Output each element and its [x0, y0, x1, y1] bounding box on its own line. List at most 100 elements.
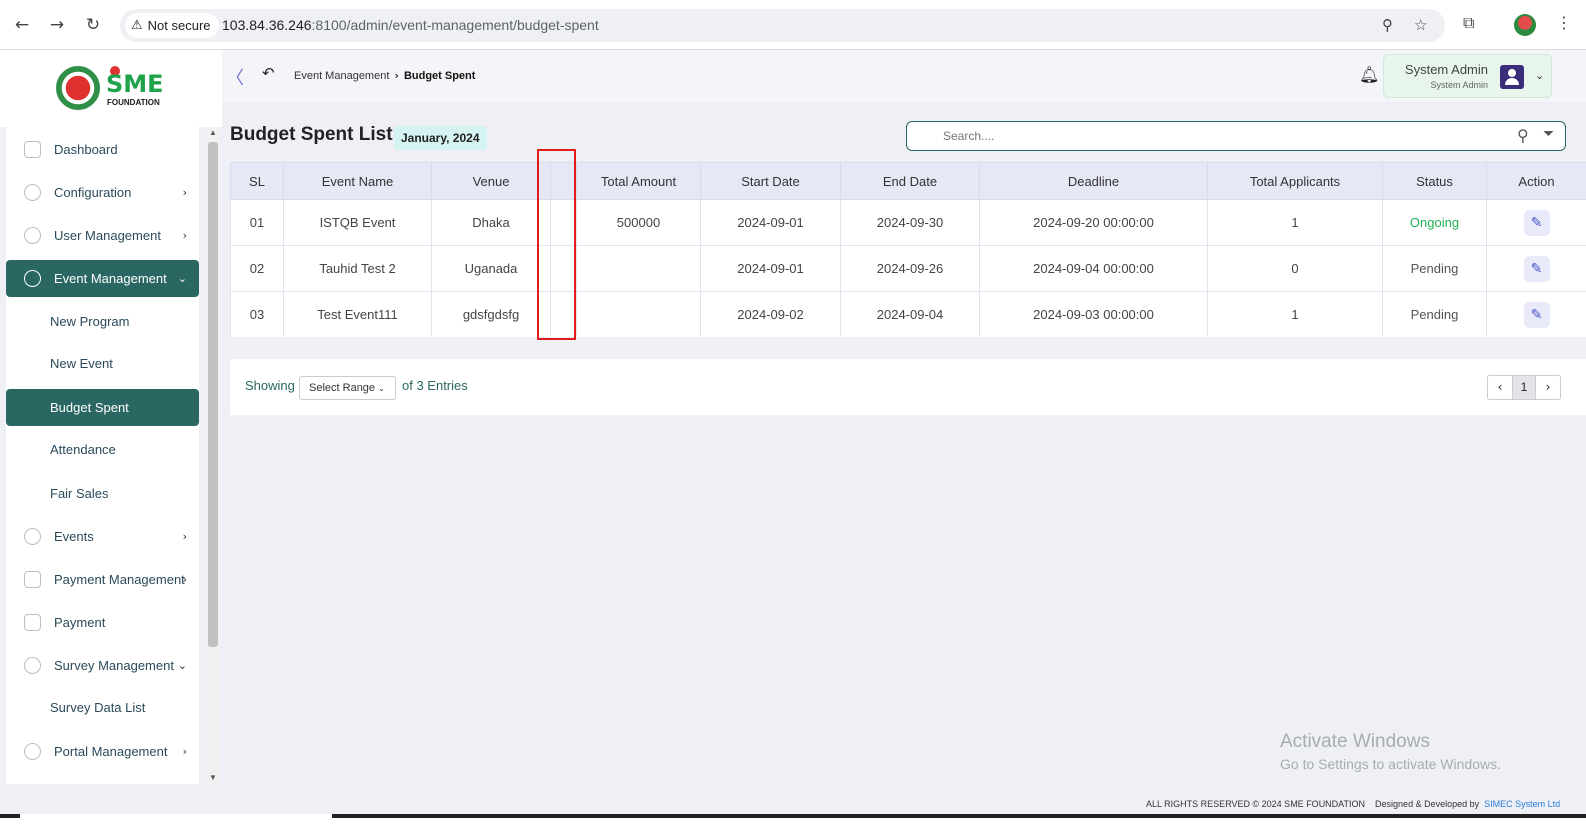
search-icon[interactable]: ⚲ — [1517, 126, 1529, 145]
browser-toolbar: ← → ↻ ⚠ Not secure 103.84.36.246:8100/ad… — [0, 0, 1586, 50]
edit-icon[interactable]: ✎ — [1523, 255, 1550, 282]
range-select[interactable]: Select Range ⌄ — [299, 376, 396, 400]
sidebar-item-label: Portal Management — [54, 744, 168, 759]
security-label: Not secure — [147, 18, 211, 33]
sidebar-item-label: New Event — [50, 356, 113, 371]
footer: ALL RIGHTS RESERVED © 2024 SME FOUNDATIO… — [1146, 799, 1560, 809]
sidebar-item-label: Dashboard — [54, 142, 118, 157]
user-avatar-icon — [1500, 65, 1524, 89]
taskbar-strip — [0, 814, 1586, 826]
back-arrow-icon[interactable]: ← — [12, 14, 32, 36]
table-cell: 500000 — [576, 199, 701, 246]
next-page-icon[interactable]: › — [1536, 376, 1560, 399]
table-cell — [576, 291, 701, 337]
chevron-right-icon: › — [182, 745, 187, 758]
sidebar-item-event-management[interactable]: Event Management ⌄ — [6, 260, 199, 297]
extensions-icon[interactable]: ⧉ — [1463, 13, 1474, 33]
column-header: Status — [1382, 162, 1487, 200]
search-box: ⚲ ⏷ — [906, 121, 1566, 151]
shield-icon — [24, 227, 41, 244]
security-chip[interactable]: ⚠ Not secure — [125, 13, 219, 38]
column-header: Total Applicants — [1207, 162, 1383, 200]
table-cell: 2024-09-02 — [700, 291, 841, 337]
notification-bell-icon[interactable]: 🔔︎ — [1359, 65, 1379, 84]
sidebar-item-label: User Management — [54, 228, 161, 243]
browser-profile-avatar[interactable] — [1514, 14, 1536, 36]
table-cell: Dhaka — [431, 199, 551, 246]
undo-back-icon[interactable]: ↶ — [262, 64, 275, 82]
action-cell: ✎ — [1486, 199, 1586, 246]
sidebar-item-new-program[interactable]: New Program — [6, 303, 199, 340]
user-name: System Admin — [1404, 62, 1488, 77]
table-cell: Uganada — [431, 245, 551, 292]
zoom-icon[interactable]: ⚲ — [1382, 16, 1393, 34]
column-header: Total Amount — [576, 162, 701, 200]
column-header: Deadline — [979, 162, 1208, 200]
forward-arrow-icon[interactable]: → — [47, 14, 67, 36]
current-page-button[interactable]: 1 — [1512, 376, 1536, 399]
status-badge: Pending — [1382, 245, 1487, 292]
lock-icon — [24, 528, 41, 545]
sidebar-item-events[interactable]: Events › — [6, 518, 199, 555]
sidebar-collapse-icon[interactable]: 〈 — [226, 64, 244, 90]
prev-page-icon[interactable]: ‹ — [1488, 376, 1512, 399]
sidebar-item-survey-management[interactable]: Survey Management ⌄ — [6, 647, 199, 684]
footer-dev-link[interactable]: SIMEC System Ltd — [1484, 799, 1560, 809]
sidebar-item-new-event[interactable]: New Event — [6, 345, 199, 382]
table-cell: 2024-09-26 — [840, 245, 980, 292]
sidebar-item-budget-spent[interactable]: Budget Spent — [6, 389, 199, 426]
chevron-down-icon: ⌄ — [177, 272, 187, 285]
sidebar-item-label: Configuration — [54, 185, 132, 200]
logo-subtext: FOUNDATION — [107, 98, 160, 107]
scroll-up-arrow-icon[interactable]: ▲ — [209, 128, 217, 137]
chevron-down-icon[interactable]: ⌄ — [1535, 69, 1544, 82]
sidebar-item-attendance[interactable]: Attendance — [6, 431, 199, 468]
sidebar-item-survey-data-list[interactable]: Survey Data List — [6, 689, 199, 726]
breadcrumb: Event Management › Budget Spent — [294, 69, 475, 82]
edit-icon[interactable]: ✎ — [1523, 301, 1550, 328]
scroll-thumb[interactable] — [208, 142, 218, 647]
url-host: 103.84.36.246 — [222, 17, 312, 33]
sidebar-item-user-management[interactable]: User Management › — [6, 217, 199, 254]
sidebar-scrollbar[interactable]: ▲ ▼ — [206, 127, 220, 784]
settings-icon — [24, 184, 41, 201]
sidebar-item-portal-management[interactable]: Portal Management › — [6, 733, 199, 770]
sidebar-item-payment-management[interactable]: Payment Management › — [6, 561, 199, 598]
action-cell: ✎ — [1486, 245, 1586, 292]
money-icon — [24, 571, 41, 588]
table-row: 03 Test Event111 gdsfgdsfg 2024-09-02 20… — [230, 291, 1586, 337]
column-header: End Date — [840, 162, 980, 200]
chevron-down-icon: ⌄ — [378, 384, 385, 393]
sidebar-item-configuration[interactable]: Configuration › — [6, 174, 199, 211]
table-cell: 1 — [1207, 199, 1383, 246]
filter-icon[interactable]: ⏷ — [1543, 126, 1554, 142]
sidebar-item-fair-sales[interactable]: Fair Sales — [6, 475, 199, 512]
url-text[interactable]: 103.84.36.246:8100/admin/event-managemen… — [222, 17, 599, 33]
warning-icon: ⚠ — [131, 18, 143, 33]
table-cell: 2024-09-04 — [840, 291, 980, 337]
reload-icon[interactable]: ↻ — [83, 14, 103, 36]
edit-icon[interactable]: ✎ — [1523, 209, 1550, 236]
pie-icon — [24, 657, 41, 674]
pagination-bar: Showing Select Range ⌄ of 3 Entries ‹ 1 … — [230, 359, 1586, 415]
taskbar-segment — [332, 814, 1586, 818]
search-input[interactable] — [943, 127, 1503, 145]
chevron-down-icon: ⌄ — [177, 659, 187, 672]
browser-menu-icon[interactable]: ⋮ — [1556, 13, 1572, 32]
scroll-down-arrow-icon[interactable]: ▼ — [209, 773, 217, 782]
table-cell: 2024-09-01 — [700, 245, 841, 292]
chevron-right-icon: › — [182, 530, 187, 543]
address-bar[interactable]: ⚠ Not secure 103.84.36.246:8100/admin/ev… — [120, 9, 1445, 42]
sidebar: Dashboard Configuration › User Managemen… — [6, 127, 199, 784]
column-header: Venue — [431, 162, 551, 200]
sidebar-item-label: Events — [54, 529, 94, 544]
sidebar-item-dashboard[interactable]: Dashboard — [6, 131, 199, 168]
sidebar-item-payment[interactable]: Payment — [6, 604, 199, 641]
table-cell — [576, 245, 701, 292]
taskbar-segment — [0, 814, 20, 818]
bookmark-star-icon[interactable]: ☆ — [1414, 16, 1427, 34]
chevron-right-icon: › — [182, 573, 187, 586]
pager: ‹ 1 › — [1487, 375, 1561, 400]
breadcrumb-parent[interactable]: Event Management — [294, 70, 389, 82]
user-menu[interactable]: System Admin System Admin ⌄ — [1383, 54, 1552, 98]
